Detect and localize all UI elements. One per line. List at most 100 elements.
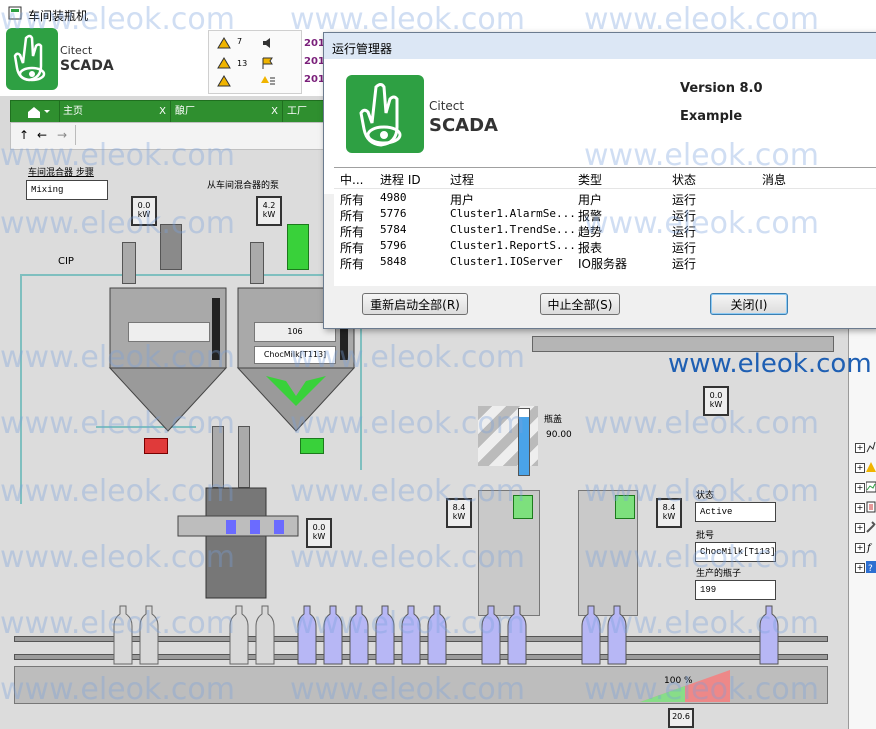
pump-label: 从车间混合器的泵: [207, 181, 280, 191]
filler-pipe: [212, 426, 224, 488]
mixer-tank[interactable]: [108, 286, 230, 436]
column-header[interactable]: 进程 ID: [380, 171, 421, 188]
tab-label: 酿厂: [175, 106, 195, 117]
efficiency-gauge: [640, 670, 730, 702]
agitator-motor-running[interactable]: [287, 224, 309, 270]
hand-eye-icon: [13, 34, 46, 82]
tree-node[interactable]: +: [855, 521, 876, 535]
expand-icon[interactable]: +: [855, 483, 865, 493]
labeler-status-light: [513, 495, 533, 519]
tree-node[interactable]: +: [855, 481, 876, 495]
close-button[interactable]: 关闭(I): [710, 293, 788, 315]
alarm-date: 201: [304, 74, 325, 85]
stop-all-button[interactable]: 中止全部(S): [540, 293, 620, 315]
list-warning-icon: [261, 76, 275, 85]
expand-icon[interactable]: +: [855, 463, 865, 473]
status-field[interactable]: Active: [695, 502, 776, 522]
tab-home[interactable]: 主页 X: [59, 101, 171, 123]
process-table: 中... 进程 ID 过程 类型 状态 消息 所有 4980 用户 用户 运行 …: [334, 167, 876, 286]
table-row[interactable]: 所有 5776 Cluster1.AlarmSe... 报警 运行: [334, 206, 876, 223]
tank-product-display: ChocMilk[T113]: [254, 346, 336, 364]
column-header[interactable]: 状态: [672, 171, 696, 188]
history-nav: ↑ ← →: [10, 122, 332, 150]
column-header[interactable]: 中...: [340, 171, 363, 188]
cip-pipe: [20, 274, 360, 276]
alarm-count: 13: [237, 59, 248, 68]
warning-icon: [217, 57, 231, 69]
expand-icon[interactable]: +: [855, 563, 865, 573]
cell-pid: 5848: [380, 255, 407, 268]
mixer-step-field[interactable]: Mixing: [26, 180, 108, 200]
labeler-status-light: [615, 495, 635, 519]
cap-level-value: 90.00: [546, 430, 572, 440]
tab-label: 工厂: [287, 106, 307, 117]
agitator-motor[interactable]: [160, 224, 182, 270]
warning-muted-icon: [217, 75, 231, 87]
cell-process: Cluster1.TrendSe...: [450, 223, 576, 236]
cell-pid: 4980: [380, 191, 407, 204]
expand-icon[interactable]: +: [855, 503, 865, 513]
edition-text: Example: [680, 109, 743, 124]
table-header: 中... 进程 ID 过程 类型 状态 消息: [334, 168, 876, 189]
tree-node[interactable]: +: [855, 441, 876, 455]
svg-text:f: f: [866, 543, 873, 553]
citect-logo: [6, 28, 58, 90]
hand-eye-icon: [359, 83, 402, 147]
logo-text-scada: SCADA: [429, 115, 498, 136]
warning-icon: [866, 462, 876, 472]
tree-node[interactable]: +?: [855, 561, 876, 575]
logo-text-citect: Citect: [429, 99, 465, 113]
tree-node[interactable]: +: [855, 501, 876, 515]
expand-icon[interactable]: +: [855, 523, 865, 533]
meter-value: 8.4: [662, 503, 676, 512]
table-row[interactable]: 所有 5848 Cluster1.IOServer IO服务器 运行: [334, 254, 876, 271]
tab-brewery[interactable]: 酿厂 X: [171, 101, 283, 123]
batch-label: 批号: [696, 531, 715, 541]
meter-unit: kW: [452, 512, 466, 521]
window-titlebar: 车间装瓶机: [0, 0, 876, 27]
cip-pipe: [20, 274, 22, 504]
power-meter: 4.2 kW: [256, 196, 282, 226]
expand-icon[interactable]: +: [855, 443, 865, 453]
table-row[interactable]: 所有 5784 Cluster1.TrendSe... 趋势 运行: [334, 222, 876, 239]
table-row[interactable]: 所有 4980 用户 用户 运行: [334, 190, 876, 207]
table-row[interactable]: 所有 5796 Cluster1.ReportS... 报表 运行: [334, 238, 876, 255]
power-meter: 0.0 kW: [306, 518, 332, 548]
filler-pipe: [238, 426, 250, 488]
tab-close-icon[interactable]: X: [159, 101, 166, 123]
outlet-valve-closed[interactable]: [144, 438, 168, 454]
column-header[interactable]: 类型: [578, 171, 602, 188]
report-icon: [866, 501, 876, 513]
divider: [75, 125, 76, 145]
forward-arrow-icon[interactable]: →: [57, 128, 67, 142]
outlet-valve-open[interactable]: [300, 438, 324, 454]
power-meter: 20.6: [668, 708, 694, 728]
column-header[interactable]: 过程: [450, 171, 474, 188]
expand-icon[interactable]: +: [855, 543, 865, 553]
meter-value: 20.6: [672, 712, 690, 721]
window-title: 车间装瓶机: [28, 9, 89, 23]
tree-node[interactable]: +: [855, 461, 876, 475]
cell-process: Cluster1.AlarmSe...: [450, 207, 576, 220]
up-arrow-icon[interactable]: ↑: [19, 128, 29, 142]
alarm-summary[interactable]: 7 13: [208, 30, 302, 94]
valve[interactable]: [250, 242, 264, 284]
bottles-produced-field[interactable]: 199: [695, 580, 776, 600]
tank-level-display: [128, 322, 210, 342]
home-dropdown-button[interactable]: [11, 101, 60, 123]
cell-pid: 5776: [380, 207, 407, 220]
valve[interactable]: [122, 242, 136, 284]
restart-all-button[interactable]: 重新启动全部(R): [362, 293, 468, 315]
labeler-machine[interactable]: [578, 490, 638, 616]
meter-value: 8.4: [452, 503, 466, 512]
cap-label: 瓶盖: [544, 415, 563, 425]
bottle-filler[interactable]: [176, 486, 300, 606]
tree-node[interactable]: + f: [855, 541, 875, 555]
column-header[interactable]: 消息: [762, 171, 786, 188]
batch-field[interactable]: ChocMilk[T113]: [695, 542, 776, 562]
tab-close-icon[interactable]: X: [271, 101, 278, 123]
dialog-titlebar[interactable]: 运行管理器: [324, 33, 876, 59]
meter-value: 0.0: [312, 523, 326, 532]
labeler-machine[interactable]: [478, 490, 540, 616]
back-arrow-icon[interactable]: ←: [37, 128, 47, 142]
